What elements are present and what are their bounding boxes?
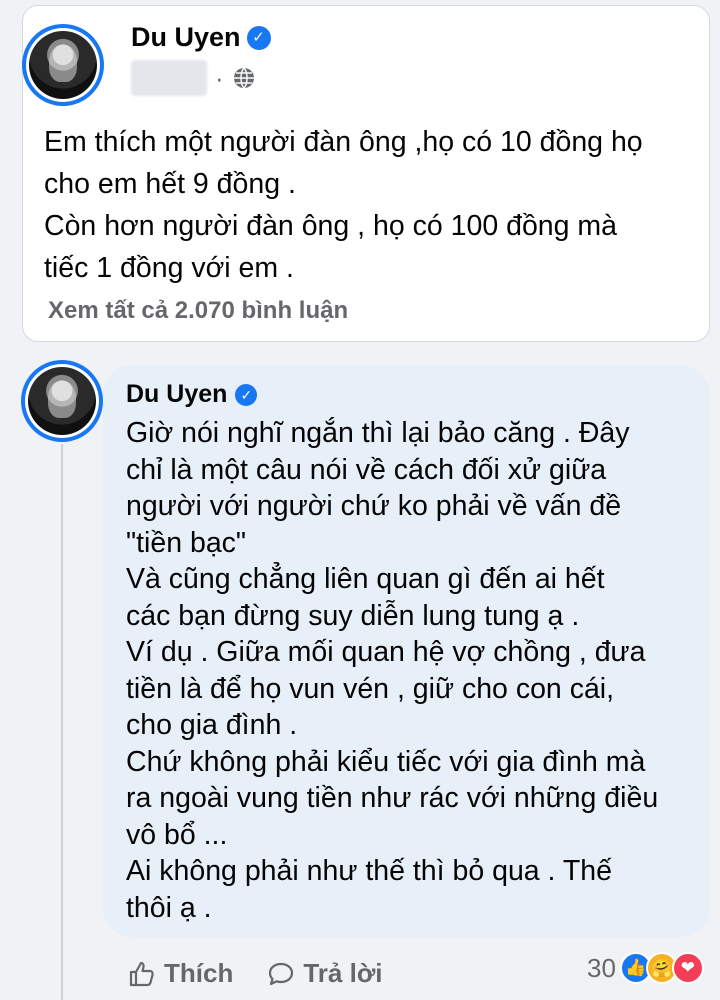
globe-icon (233, 67, 254, 89)
separator-dot: · (215, 63, 224, 93)
comment-author[interactable]: Du Uyen ✓ (126, 380, 258, 409)
thumbs-up-icon (129, 961, 154, 986)
comment-author-avatar[interactable] (21, 360, 103, 442)
avatar-photo (29, 31, 97, 99)
post-author-avatar[interactable] (22, 24, 104, 106)
reply-label: Trả lời (303, 958, 383, 988)
like-label: Thích (164, 958, 234, 988)
verified-badge-icon: ✓ (246, 25, 271, 50)
speech-bubble-icon (269, 962, 294, 985)
comment-text: Giờ nói nghĩ ngắn thì lại bảo căng . Đây… (126, 417, 659, 924)
love-icon: ❤ (671, 952, 704, 984)
post-author[interactable]: Du Uyen ✓ (131, 22, 271, 53)
avatar-photo (28, 367, 96, 435)
comment-actions: Thích Trả lời (128, 958, 383, 989)
like-button[interactable]: Thích (128, 958, 233, 989)
reply-button[interactable]: Trả lời (267, 958, 383, 989)
post-author-name[interactable]: Du Uyen (131, 22, 241, 53)
blurred-timestamp[interactable] (131, 60, 207, 96)
verified-badge-icon: ✓ (235, 383, 258, 406)
comment-author-name[interactable]: Du Uyen (126, 380, 227, 409)
comment-thread-line (61, 444, 63, 1000)
reaction-count: 30 (587, 952, 616, 983)
post-meta: · (131, 60, 256, 96)
reactions-summary[interactable]: 30 👍 🤗 ❤ (587, 952, 704, 984)
view-all-comments-link[interactable]: Xem tất cả 2.070 bình luận (48, 297, 348, 325)
post-body: Em thích một người đàn ông ,họ có 10 đồn… (44, 126, 643, 284)
